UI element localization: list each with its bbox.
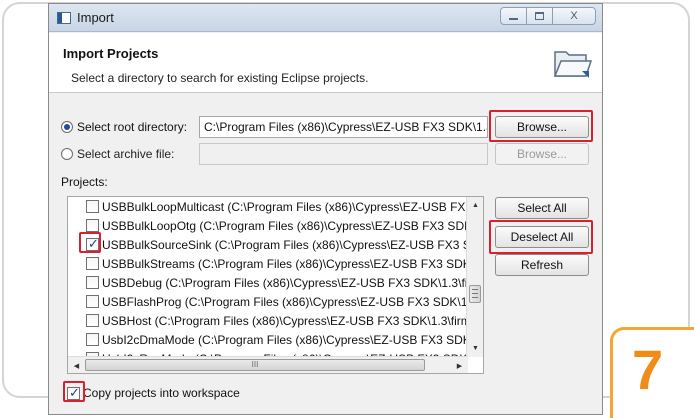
browse-root-button[interactable]: Browse... xyxy=(495,116,589,138)
horizontal-thumb[interactable]: III xyxy=(85,359,425,371)
window-controls: X xyxy=(500,7,596,25)
project-label: USBBulkLoopMulticast (C:\Program Files (… xyxy=(102,199,466,214)
maximize-button[interactable] xyxy=(526,7,553,25)
page-subtitle: Select a directory to search for existin… xyxy=(71,71,369,85)
maximize-icon xyxy=(535,12,544,20)
step-number: 7 xyxy=(632,338,664,401)
folder-icon xyxy=(553,51,592,78)
copy-checkbox[interactable] xyxy=(67,385,80,401)
project-item[interactable]: USBFlashProg (C:\Program Files (x86)\Cyp… xyxy=(68,292,466,311)
project-item[interactable]: USBBulkStreams (C:\Program Files (x86)\C… xyxy=(68,254,466,273)
project-item[interactable]: USBBulkLoopOtg (C:\Program Files (x86)\C… xyxy=(68,216,466,235)
projects-list[interactable]: USBBulkLoopMulticast (C:\Program Files (… xyxy=(67,196,484,374)
project-item[interactable]: USBBulkLoopMulticast (C:\Program Files (… xyxy=(68,197,466,216)
horizontal-scrollbar[interactable]: ◀ III ▶ xyxy=(68,356,468,373)
archive-option[interactable]: Select archive file: xyxy=(61,147,174,161)
scroll-thumb[interactable] xyxy=(469,285,481,303)
wizard-header: Import Projects Select a directory to se… xyxy=(49,33,602,93)
project-label: USBFlashProg (C:\Program Files (x86)\Cyp… xyxy=(102,294,466,309)
close-button[interactable]: X xyxy=(552,7,596,25)
project-item[interactable]: USBHost (C:\Program Files (x86)\Cypress\… xyxy=(68,311,466,330)
project-label: USBHost (C:\Program Files (x86)\Cypress\… xyxy=(102,313,466,328)
scroll-left-icon[interactable]: ◀ xyxy=(68,357,85,373)
project-checkbox[interactable] xyxy=(86,295,99,308)
project-item[interactable]: USBDebug (C:\Program Files (x86)\Cypress… xyxy=(68,273,466,292)
projects-label: Projects: xyxy=(61,175,108,189)
minimize-icon xyxy=(509,18,518,20)
project-checkbox[interactable] xyxy=(86,236,99,252)
project-label: USBBulkLoopOtg (C:\Program Files (x86)\C… xyxy=(102,218,466,233)
scroll-down-icon[interactable]: ▼ xyxy=(467,340,483,357)
project-item[interactable]: USBBulkSourceSink (C:\Program Files (x86… xyxy=(68,235,466,254)
deselect-all-button[interactable]: Deselect All xyxy=(495,226,589,248)
minimize-button[interactable] xyxy=(500,7,527,25)
copy-option[interactable]: Copy projects into workspace xyxy=(67,385,240,401)
project-label: USBBulkSourceSink (C:\Program Files (x86… xyxy=(102,237,466,252)
project-label: UsbI2cDmaMode (C:\Program Files (x86)\Cy… xyxy=(102,332,466,347)
project-checkbox[interactable] xyxy=(86,219,99,232)
project-checkbox[interactable] xyxy=(86,276,99,289)
scroll-up-icon[interactable]: ▲ xyxy=(467,197,483,214)
project-label: USBDebug (C:\Program Files (x86)\Cypress… xyxy=(102,275,466,290)
browse-archive-button[interactable]: Browse... xyxy=(495,143,589,165)
close-icon: X xyxy=(570,10,578,22)
vertical-scrollbar[interactable]: ▲ ▼ xyxy=(466,197,483,357)
title-bar: Import X xyxy=(49,4,602,32)
root-dir-option[interactable]: Select root directory: xyxy=(61,120,187,134)
select-all-button[interactable]: Select All xyxy=(495,197,589,219)
project-item[interactable]: UsbI2cDmaMode (C:\Program Files (x86)\Cy… xyxy=(68,330,466,349)
root-dir-input[interactable]: C:\Program Files (x86)\Cypress\EZ-USB FX… xyxy=(199,116,488,138)
archive-label: Select archive file: xyxy=(77,147,175,161)
window-icon xyxy=(57,12,71,24)
project-checkbox[interactable] xyxy=(86,314,99,327)
project-checkbox[interactable] xyxy=(86,257,99,270)
project-items: USBBulkLoopMulticast (C:\Program Files (… xyxy=(68,197,466,368)
scroll-right-icon[interactable]: ▶ xyxy=(451,357,468,373)
root-dir-label: Select root directory: xyxy=(77,120,188,134)
import-dialog: Import X Import Projects Select a direct… xyxy=(48,3,603,415)
copy-label: Copy projects into workspace xyxy=(83,386,240,400)
archive-radio[interactable] xyxy=(61,148,73,160)
page-title: Import Projects xyxy=(63,46,159,61)
root-dir-radio[interactable] xyxy=(61,121,73,133)
project-checkbox[interactable] xyxy=(86,333,99,346)
screenshot-frame: Import X Import Projects Select a direct… xyxy=(0,0,694,418)
archive-input[interactable] xyxy=(199,143,488,165)
window-title: Import xyxy=(77,10,114,25)
project-label: USBBulkStreams (C:\Program Files (x86)\C… xyxy=(102,256,466,271)
project-checkbox[interactable] xyxy=(86,200,99,213)
refresh-button[interactable]: Refresh xyxy=(495,254,589,276)
